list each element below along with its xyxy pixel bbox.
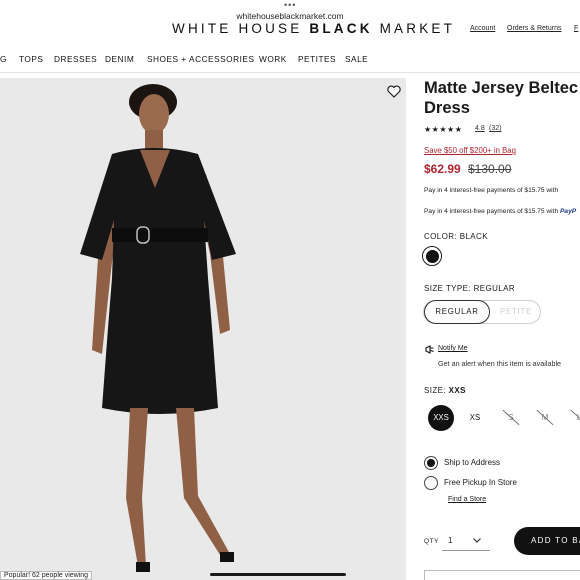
address-bar[interactable]: whitehouseblackmarket.com xyxy=(0,11,580,21)
browser-bar: ••• whitehouseblackmarket.com xyxy=(0,0,580,22)
sale-price: $62.99 xyxy=(424,162,461,176)
title-line-2: Dress xyxy=(424,99,470,117)
pickup-in-store-radio[interactable] xyxy=(424,476,438,490)
promo-link[interactable]: Save $50 off $200+ in Bag xyxy=(424,146,516,155)
size-label: SIZE: XXS xyxy=(424,386,466,395)
chevron-down-icon xyxy=(473,538,481,543)
logo-part-market: MARKET xyxy=(372,21,456,36)
color-swatch-black[interactable] xyxy=(422,246,442,266)
size-option-xxs[interactable]: XXS xyxy=(428,405,454,431)
nav-item-sale[interactable]: SALE xyxy=(345,54,368,64)
secondary-button-outline[interactable] xyxy=(424,570,580,580)
quantity-select[interactable]: 1 xyxy=(442,531,490,551)
size-selected-value: XXS xyxy=(448,386,466,395)
installment-text-1: Pay in 4 interest-free payments of $15.7… xyxy=(424,187,559,194)
size-type-regular[interactable]: REGULAR xyxy=(424,300,490,324)
home-indicator xyxy=(210,573,346,576)
rating-value[interactable]: 4.8 xyxy=(475,125,485,132)
popular-badge: Popular! 62 people viewing xyxy=(0,571,93,580)
size-label-text: SIZE: xyxy=(424,386,447,395)
radio-fill xyxy=(427,459,435,467)
logo-part-black: BLACK xyxy=(309,21,373,36)
size-option-l[interactable]: L xyxy=(566,405,580,431)
megaphone-icon xyxy=(425,345,434,354)
size-type-label: SIZE TYPE: REGULAR xyxy=(424,284,516,293)
size-option-m[interactable]: M xyxy=(532,405,558,431)
ship-to-address-label[interactable]: Ship to Address xyxy=(444,458,500,467)
find-a-store-link[interactable]: Find a Store xyxy=(448,496,486,503)
orders-returns-link[interactable]: Orders & Returns xyxy=(507,25,561,32)
color-value: BLACK xyxy=(459,232,488,241)
star-rating-icon: ★★★★★ xyxy=(424,125,463,134)
add-to-bag-button[interactable]: ADD TO BA xyxy=(514,527,580,555)
size-type-toggle: REGULAR PETITE xyxy=(423,300,541,324)
review-count-link[interactable]: (32) xyxy=(489,125,501,132)
ship-to-address-radio[interactable] xyxy=(424,456,438,470)
model-illustration xyxy=(80,84,236,572)
logo-part-white-house: WHITE HOUSE xyxy=(172,21,310,36)
color-label: COLOR: BLACK xyxy=(424,232,488,241)
nav-item-petites[interactable]: PETITES xyxy=(298,54,336,64)
nav-item-shoes-accessories[interactable]: SHOES + ACCESSORIES xyxy=(147,54,254,64)
size-option-xs[interactable]: XS xyxy=(462,405,488,431)
nav-item-tops[interactable]: TOPS xyxy=(19,54,43,64)
size-option-s[interactable]: S xyxy=(498,405,524,431)
color-label-text: COLOR: xyxy=(424,232,458,241)
header-divider xyxy=(0,72,580,73)
util-link-clipped[interactable]: F xyxy=(574,25,578,32)
title-line-1: Matte Jersey Beltec xyxy=(424,79,579,97)
pickup-in-store-label[interactable]: Free Pickup In Store xyxy=(444,478,517,487)
account-link[interactable]: Account xyxy=(470,25,495,32)
quantity-value: 1 xyxy=(448,536,453,545)
original-price: $130.00 xyxy=(468,162,512,176)
more-dots-icon[interactable]: ••• xyxy=(284,1,296,10)
size-type-petite[interactable]: PETITE xyxy=(490,301,542,323)
nav-item-partial[interactable]: G xyxy=(0,54,7,64)
nav-item-dresses[interactable]: DRESSES xyxy=(54,54,97,64)
nav-item-work[interactable]: WORK xyxy=(259,54,287,64)
installment-text-2: Pay in 4 interest-free payments of $15.7… xyxy=(424,208,576,215)
qty-label: QTY xyxy=(424,538,439,545)
product-image[interactable] xyxy=(0,78,406,580)
paypal-logo[interactable]: PayP xyxy=(560,208,576,215)
alert-text: Get an alert when this item is available xyxy=(438,359,562,368)
installment-text-2-main: Pay in 4 interest-free payments of $15.7… xyxy=(424,208,559,215)
swatch-fill xyxy=(425,249,439,263)
notify-me-link[interactable]: Notify Me xyxy=(438,345,468,352)
site-logo[interactable]: WHITE HOUSE BLACK MARKET xyxy=(172,22,455,36)
product-title: Matte Jersey Beltec Dress xyxy=(424,78,578,118)
nav-item-denim[interactable]: DENIM xyxy=(105,54,134,64)
heart-icon[interactable] xyxy=(385,82,403,100)
